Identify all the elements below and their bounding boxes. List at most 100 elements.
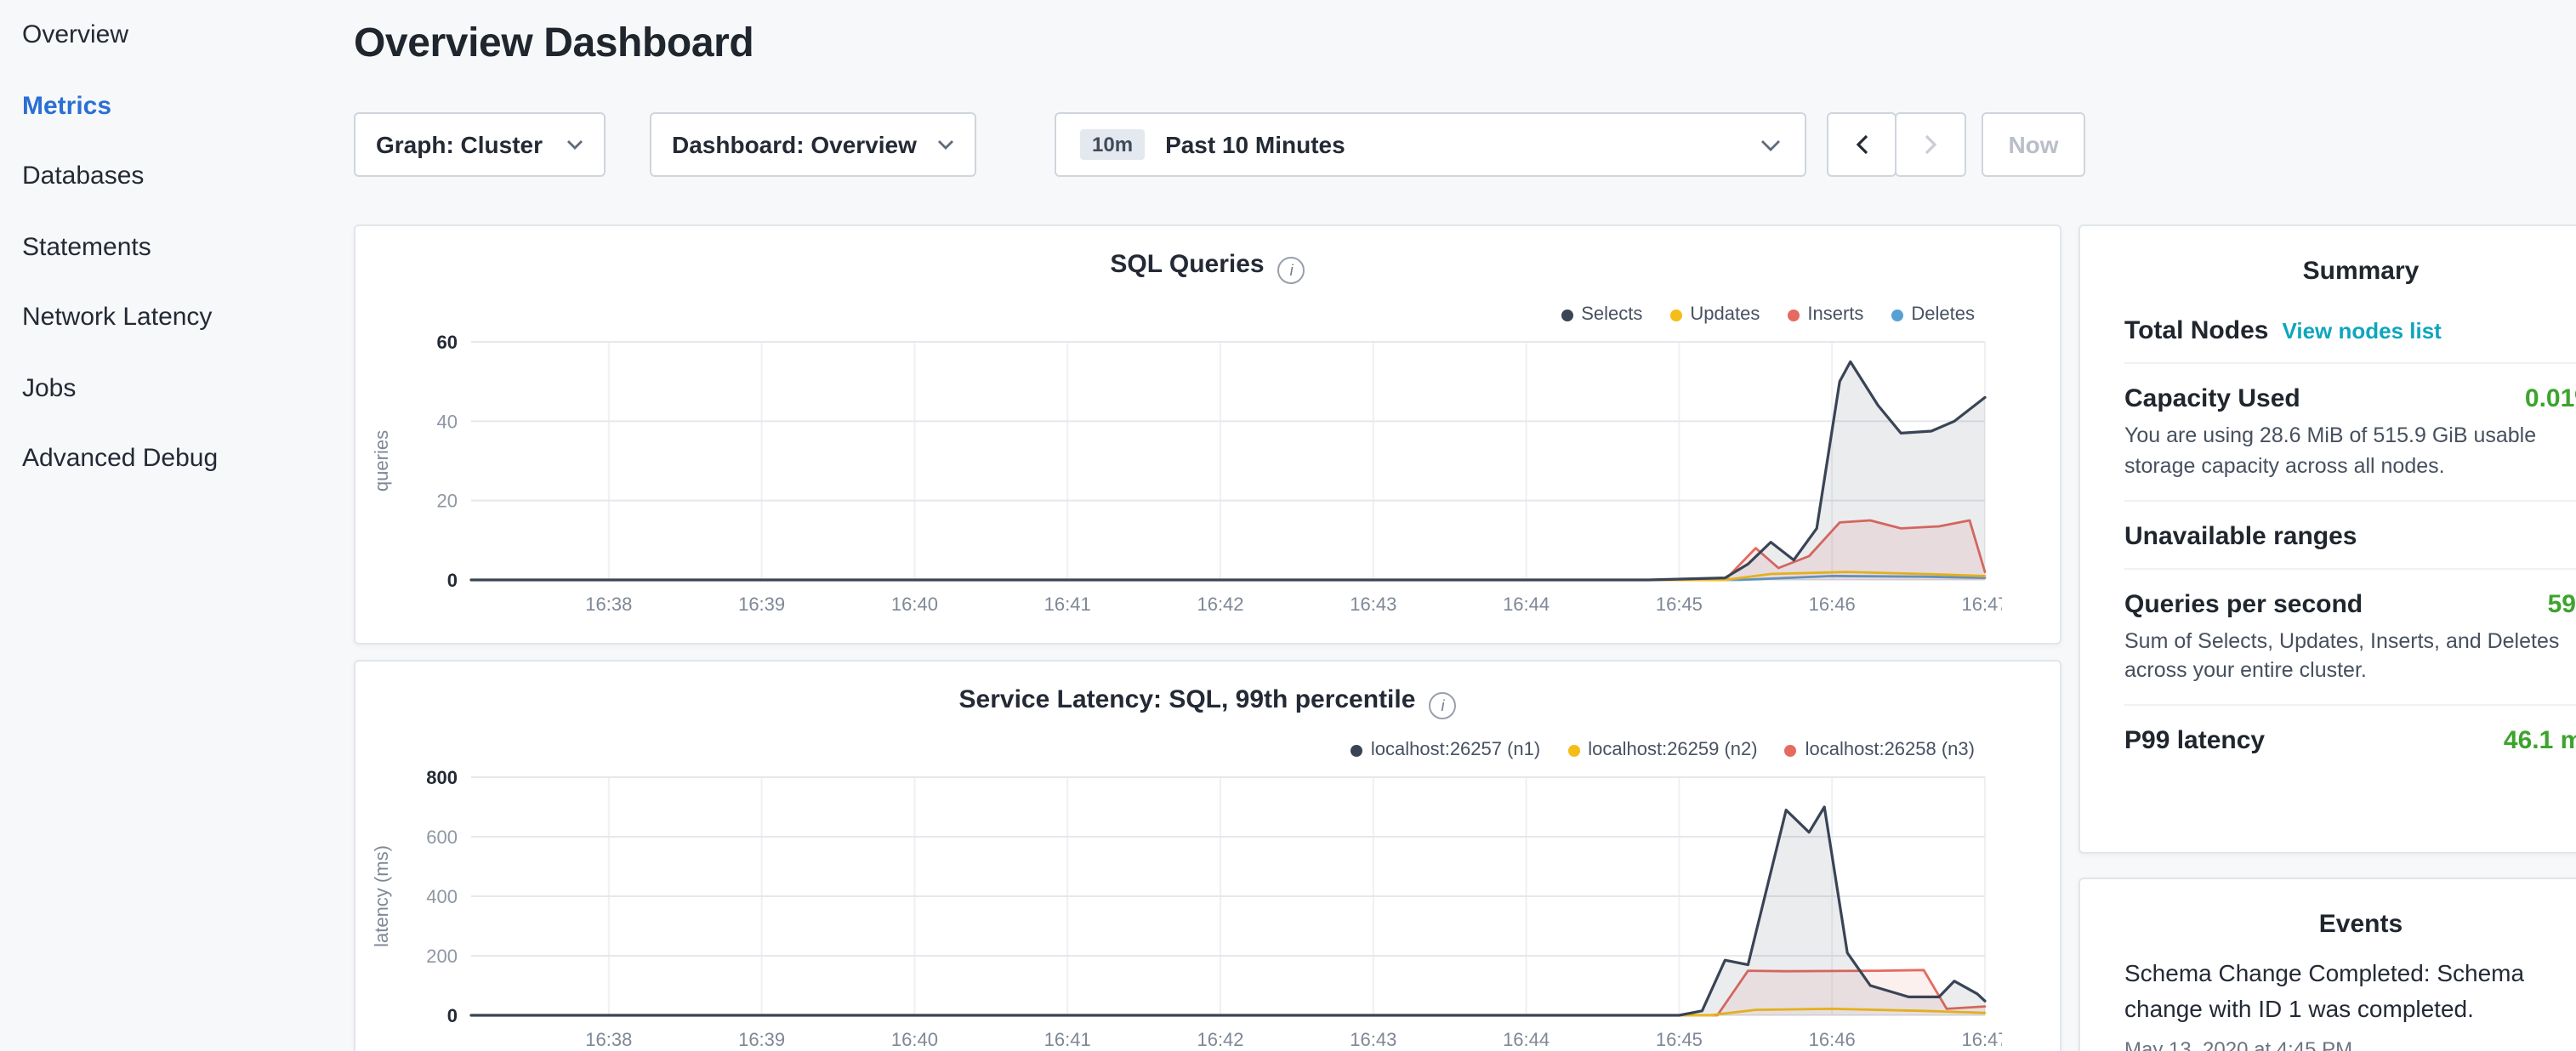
summary-label: Unavailable ranges — [2124, 521, 2357, 550]
legend-label: localhost:26259 (n2) — [1588, 740, 1757, 760]
summary-row-p99-latency: P99 latency 46.1 ms — [2124, 704, 2576, 772]
sql-queries-chart-panel: SQL Queriesi Selects Updates Inserts Delete… — [354, 224, 2061, 645]
view-nodes-list-link[interactable]: View nodes list — [2282, 318, 2441, 344]
sql-queries-plot[interactable]: 16:3816:3916:4016:4116:4216:4316:4416:45… — [403, 328, 2002, 626]
svg-text:16:39: 16:39 — [738, 1029, 785, 1050]
summary-value: 46.1 ms — [2504, 726, 2576, 755]
chevron-down-icon — [1760, 139, 1781, 151]
svg-text:16:40: 16:40 — [891, 1029, 938, 1050]
legend-item[interactable]: Updates — [1669, 304, 1760, 325]
time-range-label: Past 10 Minutes — [1165, 131, 1345, 158]
svg-text:16:45: 16:45 — [1656, 594, 1703, 615]
legend-item[interactable]: localhost:26257 (n1) — [1351, 740, 1540, 760]
summary-label: Capacity Used — [2124, 384, 2300, 413]
summary-row-capacity-used: Capacity Used 0.01% You are using 28.6 M… — [2124, 362, 2576, 499]
legend-item[interactable]: Inserts — [1787, 304, 1863, 325]
summary-value: 0.01% — [2525, 384, 2576, 413]
service-latency-plot[interactable]: 16:3816:3916:4016:4116:4216:4316:4416:45… — [403, 764, 2002, 1051]
chart-legend: localhost:26257 (n1) localhost:26259 (n2)… — [1351, 740, 1975, 760]
time-prev-button[interactable] — [1827, 112, 1896, 177]
chevron-left-icon — [1855, 134, 1868, 155]
svg-text:16:46: 16:46 — [1809, 594, 1856, 615]
time-range-picker[interactable]: 10m Past 10 Minutes — [1055, 112, 1806, 177]
legend-dot — [1785, 744, 1797, 756]
sidebar: Overview Metrics Databases Statements Ne… — [0, 0, 323, 1051]
legend-dot — [1351, 744, 1362, 756]
y-axis-label: latency (ms) — [372, 845, 393, 947]
legend-label: localhost:26257 (n1) — [1371, 740, 1540, 760]
legend-item[interactable]: localhost:26259 (n2) — [1567, 740, 1757, 760]
summary-row-unavailable-ranges: Unavailable ranges 0 — [2124, 499, 2576, 567]
legend-label: localhost:26258 (n3) — [1805, 740, 1975, 760]
now-button-label: Now — [2008, 131, 2058, 158]
now-button[interactable]: Now — [1982, 112, 2085, 177]
summary-panel: Summary Total Nodes View nodes list 3 Ca… — [2078, 224, 2576, 854]
sidebar-item-advanced-debug[interactable]: Advanced Debug — [0, 423, 323, 494]
svg-text:16:47: 16:47 — [1961, 594, 2002, 615]
svg-text:16:43: 16:43 — [1350, 594, 1396, 615]
service-latency-chart-panel: Service Latency: SQL, 99th percentile i l… — [354, 660, 2061, 1051]
svg-text:16:43: 16:43 — [1350, 1029, 1396, 1050]
sidebar-item-overview[interactable]: Overview — [0, 0, 323, 71]
svg-text:16:39: 16:39 — [738, 594, 785, 615]
sidebar-item-network-latency[interactable]: Network Latency — [0, 282, 323, 353]
legend-dot — [1561, 309, 1572, 321]
svg-text:200: 200 — [426, 946, 458, 967]
event-timestamp: May 13, 2020 at 4:45 PM — [2124, 1037, 2576, 1051]
summary-label: Queries per second — [2124, 589, 2363, 618]
app-root: Overview Metrics Databases Statements Ne… — [0, 0, 2576, 1051]
summary-label: P99 latency — [2124, 726, 2265, 755]
legend-dot — [1669, 309, 1681, 321]
event-text: Schema Change Completed: Schema change w… — [2124, 956, 2576, 1027]
legend-item[interactable]: Deletes — [1891, 304, 1975, 325]
chevron-down-icon — [937, 139, 954, 150]
chart-title: Service Latency: SQL, 99th percentile i — [355, 685, 2060, 719]
svg-text:16:40: 16:40 — [891, 594, 938, 615]
time-next-button[interactable] — [1895, 112, 1966, 177]
svg-text:400: 400 — [426, 886, 458, 907]
svg-text:60: 60 — [437, 332, 458, 353]
legend-label: Inserts — [1807, 304, 1863, 325]
chart-title: SQL Queriesi — [355, 250, 2060, 284]
summary-row-queries-per-second: Queries per second 59.7 Sum of Selects, … — [2124, 567, 2576, 704]
legend-label: Deletes — [1911, 304, 1975, 325]
summary-title: Summary — [2080, 226, 2576, 286]
info-icon[interactable]: i — [1429, 692, 1456, 719]
chart-title-text: Service Latency: SQL, 99th percentile — [959, 685, 1416, 714]
sidebar-item-jobs[interactable]: Jobs — [0, 353, 323, 423]
svg-text:16:42: 16:42 — [1197, 594, 1243, 615]
chart-legend: Selects Updates Inserts Deletes — [1561, 304, 1975, 325]
svg-text:600: 600 — [426, 827, 458, 848]
svg-text:0: 0 — [447, 1005, 458, 1026]
legend-dot — [1787, 309, 1799, 321]
legend-dot — [1891, 309, 1902, 321]
svg-text:0: 0 — [447, 570, 458, 591]
svg-text:800: 800 — [426, 767, 458, 788]
chevron-right-icon — [1924, 134, 1937, 155]
y-axis-label: queries — [372, 430, 393, 491]
info-icon[interactable]: i — [1278, 257, 1305, 284]
legend-dot — [1567, 744, 1579, 756]
time-range-badge: 10m — [1080, 129, 1145, 160]
dashboard-dropdown[interactable]: Dashboard: Overview — [650, 112, 976, 177]
event-item[interactable]: Schema Change Completed: Schema change w… — [2080, 939, 2576, 1051]
svg-text:16:41: 16:41 — [1044, 1029, 1091, 1050]
events-panel: Events Schema Change Completed: Schema c… — [2078, 878, 2576, 1051]
sidebar-item-statements[interactable]: Statements — [0, 212, 323, 282]
events-title: Events — [2080, 879, 2576, 939]
sidebar-item-databases[interactable]: Databases — [0, 141, 323, 212]
graph-dropdown[interactable]: Graph: Cluster — [354, 112, 606, 177]
summary-row-total-nodes: Total Nodes View nodes list 3 — [2124, 296, 2576, 362]
svg-text:16:44: 16:44 — [1503, 1029, 1550, 1050]
chevron-down-icon — [566, 139, 583, 150]
legend-item[interactable]: Selects — [1561, 304, 1642, 325]
svg-text:16:45: 16:45 — [1656, 1029, 1703, 1050]
summary-caption: Sum of Selects, Updates, Inserts, and De… — [2124, 627, 2576, 687]
summary-caption: You are using 28.6 MiB of 515.9 GiB usab… — [2124, 422, 2576, 482]
legend-item[interactable]: localhost:26258 (n3) — [1785, 740, 1975, 760]
sidebar-item-metrics[interactable]: Metrics — [0, 71, 323, 141]
dashboard-dropdown-label: Dashboard: Overview — [672, 131, 917, 158]
svg-text:40: 40 — [437, 411, 458, 432]
graph-dropdown-label: Graph: Cluster — [376, 131, 543, 158]
svg-text:16:44: 16:44 — [1503, 594, 1550, 615]
